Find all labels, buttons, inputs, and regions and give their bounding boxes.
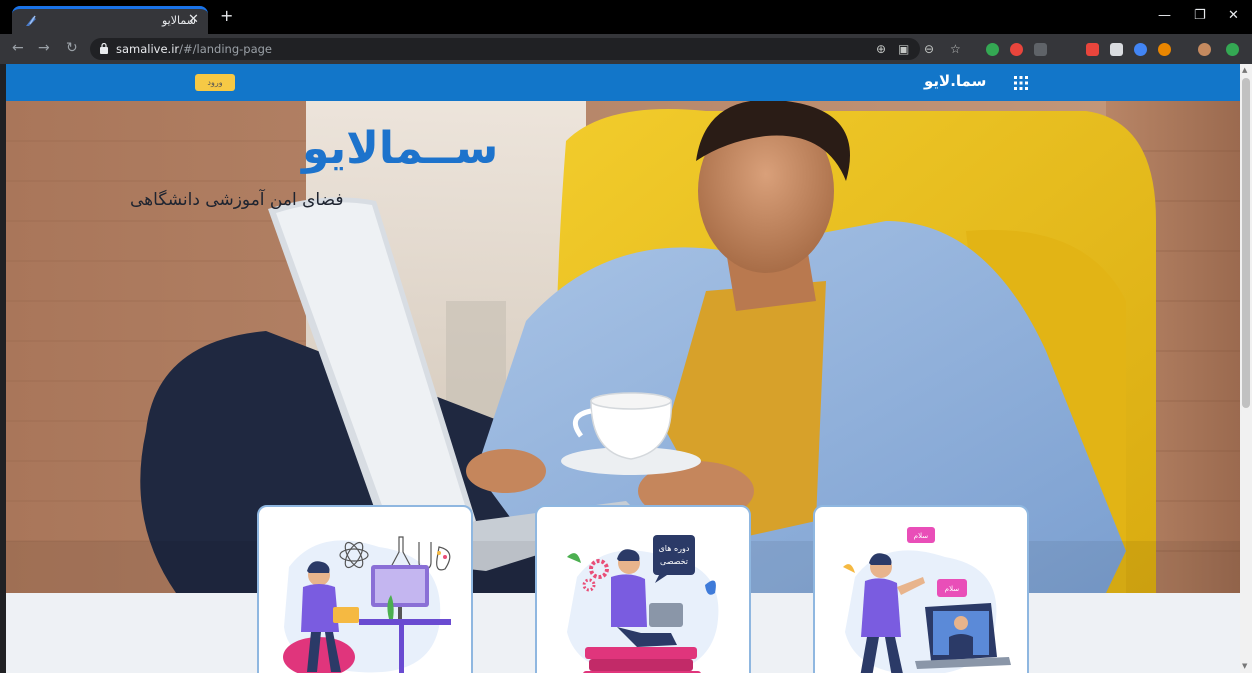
courses-illustration: دوره های تخصصی bbox=[567, 535, 719, 673]
new-tab-icon[interactable]: + bbox=[220, 8, 233, 24]
browser-toolbar: ← → ↻ samalive.ir/#/landing-page ⊕ ▣ ⊖ ☆ bbox=[0, 34, 1252, 64]
extension-grey-icon[interactable] bbox=[1034, 43, 1047, 56]
address-bar[interactable]: samalive.ir/#/landing-page ⊕ ▣ ⊖ ☆ bbox=[90, 38, 961, 60]
url-path: /#/landing-page bbox=[179, 42, 273, 56]
feature-card-learning[interactable] bbox=[257, 505, 473, 673]
browser-titlebar: سمالایو ✕ + — ❐ ✕ bbox=[0, 0, 1252, 34]
extension-orange-icon[interactable] bbox=[1158, 43, 1171, 56]
extension-office-icon[interactable] bbox=[1086, 43, 1099, 56]
restore-icon[interactable]: ❐ bbox=[1194, 8, 1206, 23]
url-text: samalive.ir/#/landing-page bbox=[116, 42, 272, 56]
hero-tagline: فضای امن آموزشی دانشگاهی bbox=[130, 190, 344, 210]
site-header: ورود سما.لایو bbox=[6, 64, 1240, 101]
zoom-icon[interactable]: ⊖ bbox=[924, 42, 934, 56]
profile-avatar[interactable] bbox=[1198, 43, 1211, 56]
learning-illustration bbox=[283, 536, 451, 673]
chat-illustration: سلام سلام bbox=[843, 527, 1011, 673]
close-window-icon[interactable]: ✕ bbox=[1228, 8, 1239, 23]
extension-box-icon[interactable] bbox=[1110, 43, 1123, 56]
reload-icon[interactable]: ↻ bbox=[66, 40, 78, 56]
feature-card-chat[interactable]: سلام سلام bbox=[813, 505, 1029, 673]
minimize-icon[interactable]: — bbox=[1158, 8, 1171, 23]
extension-green-icon[interactable] bbox=[986, 43, 999, 56]
lock-icon bbox=[100, 43, 108, 54]
login-button[interactable]: ورود bbox=[195, 74, 235, 91]
scroll-up-icon[interactable]: ▲ bbox=[1242, 66, 1247, 74]
tab-close-icon[interactable]: ✕ bbox=[188, 12, 199, 27]
scroll-thumb[interactable] bbox=[1242, 78, 1250, 408]
feature-card-courses[interactable]: دوره های تخصصی bbox=[535, 505, 751, 673]
translate-icon[interactable]: ▣ bbox=[898, 42, 909, 56]
back-icon[interactable]: ← bbox=[12, 40, 24, 56]
extension-update-icon[interactable] bbox=[1226, 43, 1239, 56]
hero-logo: ســمالایو bbox=[302, 123, 499, 174]
bubble-text-line1: دوره های bbox=[659, 544, 690, 553]
extension-red-icon[interactable] bbox=[1010, 43, 1023, 56]
url-domain: samalive.ir bbox=[116, 42, 180, 56]
page-scrollbar[interactable]: ▲ ▼ bbox=[1240, 64, 1252, 673]
brand-name[interactable]: سما.لایو bbox=[924, 72, 986, 90]
extension-blue-icon[interactable] bbox=[1134, 43, 1147, 56]
browser-tab[interactable]: سمالایو ✕ bbox=[12, 6, 208, 34]
site-favicon-icon bbox=[26, 15, 36, 26]
chat-bubble-1-text: سلام bbox=[914, 532, 929, 540]
bubble-text-line2: تخصصی bbox=[660, 557, 688, 566]
bookmark-star-icon[interactable]: ☆ bbox=[950, 42, 961, 56]
scroll-down-icon[interactable]: ▼ bbox=[1242, 662, 1247, 670]
chat-bubble-2-text: سلام bbox=[945, 585, 960, 593]
page-viewport: ورود سما.لایو ســمالایو فضای امن آموزشی … bbox=[6, 64, 1240, 673]
apps-grid-icon[interactable] bbox=[1014, 76, 1028, 90]
forward-icon[interactable]: → bbox=[38, 40, 50, 56]
add-icon[interactable]: ⊕ bbox=[876, 42, 886, 56]
